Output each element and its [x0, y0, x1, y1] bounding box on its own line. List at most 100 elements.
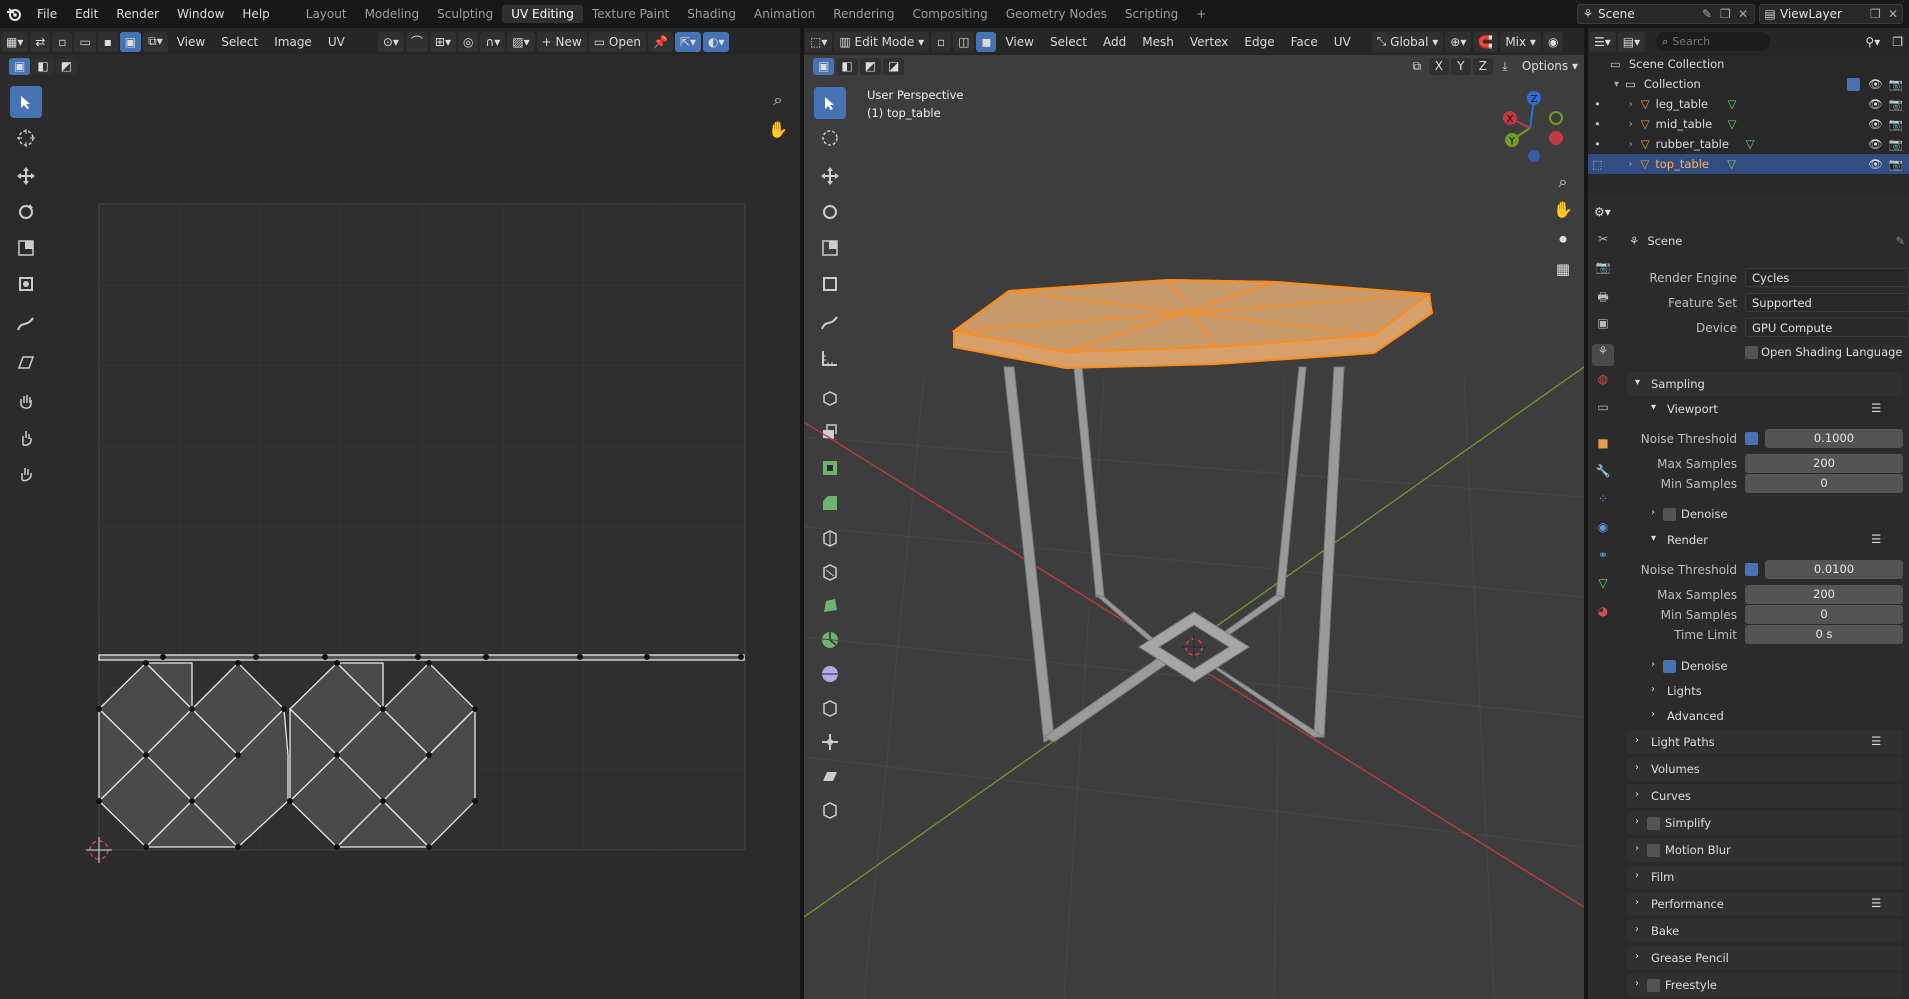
vertex-select-icon[interactable]: ▫: [52, 31, 73, 52]
render-tab-icon[interactable]: 📷: [1592, 260, 1614, 282]
orientation-selector[interactable]: ⤡ Global ▾: [1371, 31, 1444, 52]
render-icon[interactable]: 📷: [1889, 137, 1903, 151]
properties-editor-type-icon[interactable]: ⚙▾: [1589, 202, 1616, 222]
vp-menu-mesh[interactable]: Mesh: [1134, 35, 1182, 49]
performance-presets-icon[interactable]: ☰: [1871, 896, 1881, 910]
osl-checkbox[interactable]: [1745, 346, 1758, 359]
sticky-selection-icon[interactable]: ⧉▾: [143, 31, 168, 52]
render-icon[interactable]: 📷: [1889, 157, 1903, 171]
vp-menu-edge[interactable]: Edge: [1236, 35, 1282, 49]
pivot-point-icon[interactable]: ⊕▾: [1445, 31, 1472, 52]
tab-sculpting[interactable]: Sculpting: [428, 5, 502, 23]
scene-collection-row[interactable]: ▭ Scene Collection: [1588, 54, 1909, 74]
pivot-icon[interactable]: ⊙▾: [377, 31, 404, 52]
freestyle-checkbox[interactable]: [1647, 979, 1660, 992]
vp-min-samples-field[interactable]: 0: [1745, 474, 1903, 493]
row-expand-icon[interactable]: ›: [1629, 119, 1633, 130]
menu-edit[interactable]: Edit: [66, 7, 107, 21]
new-scene-icon[interactable]: ❐: [1720, 7, 1738, 21]
vp-select-new-icon[interactable]: ▣: [813, 57, 835, 75]
edge-mode-icon[interactable]: ◫: [953, 31, 975, 52]
vp-menu-add[interactable]: Add: [1095, 35, 1134, 49]
image-browse-icon[interactable]: ▨▾: [507, 31, 535, 52]
collection-visibility-icon[interactable]: 👁: [1868, 77, 1883, 91]
scene-tab-icon[interactable]: ⚘: [1592, 344, 1614, 366]
mesh-data-icon[interactable]: ▽: [1728, 117, 1737, 131]
outliner-row-rubber-table[interactable]: • › ▽ rubber_table ▽ 👁 📷: [1588, 134, 1909, 154]
mesh-data-icon[interactable]: ▽: [1746, 137, 1755, 151]
render-presets-icon[interactable]: ☰: [1871, 532, 1881, 546]
falloff-icon[interactable]: ∩▾: [480, 31, 506, 52]
vp-menu-select[interactable]: Select: [1042, 35, 1095, 49]
mirror-y-toggle[interactable]: Y: [1450, 57, 1471, 75]
collection-include-checkbox[interactable]: [1847, 77, 1861, 91]
render-icon[interactable]: 📷: [1889, 97, 1903, 111]
proportional-editing-icon[interactable]: ◉: [1542, 31, 1564, 52]
uv-menu-image[interactable]: Image: [266, 35, 320, 49]
face-select-icon[interactable]: ▪: [97, 31, 118, 52]
new-collection-icon[interactable]: ❐: [1887, 32, 1908, 52]
face-mode-icon[interactable]: ◼: [976, 31, 997, 52]
physics-tab-icon[interactable]: ◉: [1592, 520, 1614, 542]
render-subpanel-icon[interactable]: ▾: [1651, 533, 1656, 544]
snap-target-icon[interactable]: ⊞▾: [429, 31, 456, 52]
menu-window[interactable]: Window: [168, 7, 233, 21]
row-expand-icon[interactable]: ›: [1629, 99, 1633, 110]
blender-logo-icon[interactable]: [0, 0, 28, 28]
pin-context-icon[interactable]: ✎: [1895, 234, 1905, 248]
light-paths-presets-icon[interactable]: ☰: [1871, 734, 1881, 748]
vp-menu-vertex[interactable]: Vertex: [1182, 35, 1237, 49]
mirror-x-toggle[interactable]: X: [1428, 57, 1449, 75]
display-mode-icon[interactable]: ▤▾: [1617, 31, 1646, 52]
menu-help[interactable]: Help: [233, 7, 278, 21]
tab-animation[interactable]: Animation: [745, 5, 824, 23]
mesh-data-icon[interactable]: ▽: [1728, 97, 1737, 111]
object-tab-icon[interactable]: ■: [1592, 436, 1614, 458]
feature-set-dropdown[interactable]: Supported: [1745, 293, 1909, 312]
tab-geometry-nodes[interactable]: Geometry Nodes: [997, 5, 1116, 23]
editor-type-icon[interactable]: ▦▾: [1, 31, 29, 52]
row-expand-icon[interactable]: ›: [1628, 159, 1632, 170]
view-layer-tab-icon[interactable]: ▣: [1592, 316, 1614, 338]
snapping-icon[interactable]: 🧲: [1473, 31, 1499, 52]
render-icon[interactable]: 📷: [1889, 117, 1903, 131]
advanced-label[interactable]: Advanced: [1667, 709, 1724, 723]
vp-denoise-expand-icon[interactable]: ›: [1651, 507, 1655, 518]
vp-select-extend-icon[interactable]: ◧: [836, 57, 858, 75]
viewport-editor-type-icon[interactable]: ⬚▾: [805, 31, 833, 52]
r-max-samples-field[interactable]: 200: [1745, 585, 1903, 604]
mirror-z-toggle[interactable]: Z: [1472, 57, 1493, 75]
viewport-presets-icon[interactable]: ☰: [1871, 401, 1881, 415]
vp-menu-uv[interactable]: UV: [1326, 35, 1359, 49]
data-tab-icon[interactable]: ▽: [1592, 576, 1614, 598]
particles-tab-icon[interactable]: ⁘: [1592, 492, 1614, 514]
collection-expand-icon[interactable]: ▾: [1614, 79, 1619, 90]
sync-selection-icon[interactable]: ⇄: [30, 31, 51, 52]
outliner-row-leg-table[interactable]: • › ▽ leg_table ▽ 👁 📷: [1588, 94, 1909, 114]
row-expand-icon[interactable]: ›: [1629, 139, 1633, 150]
tab-texture-paint[interactable]: Texture Paint: [583, 5, 678, 23]
gizmo-icon[interactable]: ⇱▾: [674, 31, 701, 52]
menu-render[interactable]: Render: [107, 7, 168, 21]
uv-menu-uv[interactable]: UV: [320, 35, 353, 49]
outliner-search[interactable]: ⌕: [1656, 32, 1771, 51]
lights-expand-icon[interactable]: ›: [1651, 684, 1655, 695]
delete-scene-icon[interactable]: ✕: [1738, 7, 1754, 21]
vp-select-invert-icon[interactable]: ◪: [883, 57, 905, 75]
tab-compositing[interactable]: Compositing: [903, 5, 996, 23]
simplify-checkbox[interactable]: [1647, 817, 1660, 830]
tab-rendering[interactable]: Rendering: [824, 5, 903, 23]
mirror-icon[interactable]: ⧉: [1407, 58, 1427, 75]
vp-menu-face[interactable]: Face: [1283, 35, 1326, 49]
filter-icon[interactable]: ⚲▾: [1860, 32, 1885, 52]
uv-menu-select[interactable]: Select: [213, 35, 266, 49]
r-min-samples-field[interactable]: 0: [1745, 605, 1903, 624]
scene-selector[interactable]: ⚘ Scene ✎ ❐ ✕: [1577, 4, 1755, 24]
select-subtract-icon[interactable]: ◩: [55, 57, 78, 75]
delete-view-layer-icon[interactable]: ✕: [1888, 7, 1902, 21]
tab-scripting[interactable]: Scripting: [1116, 5, 1187, 23]
tab-layout[interactable]: Layout: [297, 5, 356, 23]
time-limit-field[interactable]: 0 s: [1745, 625, 1903, 644]
collection-row[interactable]: ▾ ▭ Collection 👁 📷: [1588, 74, 1909, 94]
auto-merge-icon[interactable]: ⤓: [1495, 58, 1515, 75]
